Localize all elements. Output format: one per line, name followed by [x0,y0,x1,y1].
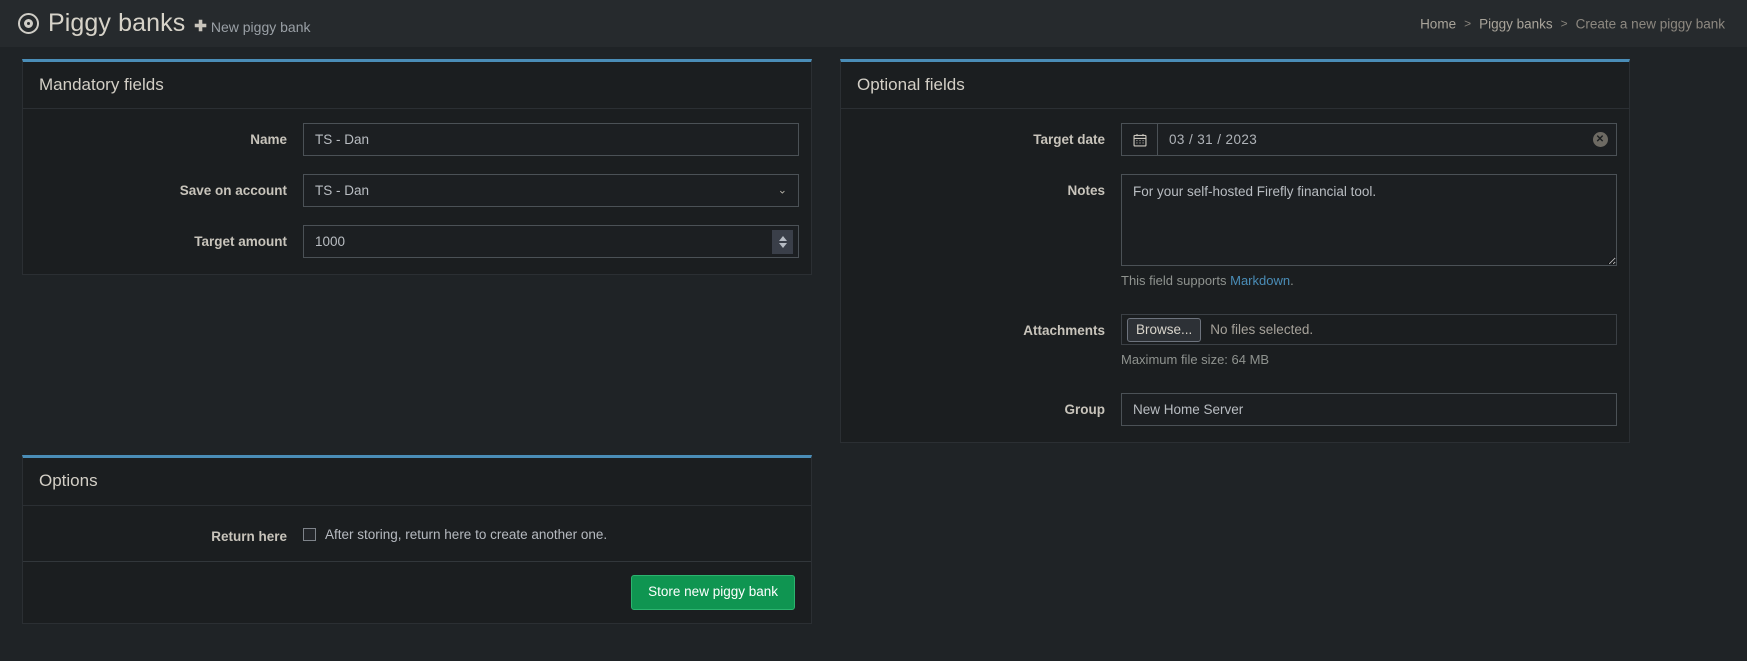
target-date-label: Target date [1033,132,1105,148]
options-footer: Store new piggy bank [23,561,811,623]
account-control: ⌄ [303,174,799,208]
max-file-size-text: Maximum file size: 64 MB [1121,352,1270,368]
page-title: Piggy banks [48,9,186,37]
notes-help-prefix: This field supports [1121,273,1231,289]
name-label: Name [250,132,287,148]
breadcrumb-piggy-banks[interactable]: Piggy banks [1479,16,1553,31]
group-input[interactable] [1121,393,1617,427]
notes-help-text: This field supports Markdown. [1121,273,1617,288]
breadcrumb-home[interactable]: Home [1420,16,1456,31]
attachments-label: Attachments [1023,323,1105,339]
return-here-label: Return here [211,528,287,544]
right-column: Optional fields Target date 03 / 31 / 20… [840,47,1630,444]
close-icon: ✕ [1592,132,1608,148]
options-header: Options [23,458,811,506]
name-control [303,123,799,157]
target-amount-wrap [303,225,799,259]
account-row: Save on account ⌄ [35,174,799,208]
target-amount-row: Target amount [35,225,799,259]
mandatory-fields-title: Mandatory fields [39,75,164,94]
browse-button[interactable]: Browse... [1127,318,1202,342]
account-select-wrap: ⌄ [303,174,799,208]
target-date-value[interactable]: 03 / 31 / 2023 [1158,124,1584,155]
stepper-up-icon[interactable] [778,235,787,241]
target-amount-input[interactable] [303,225,799,259]
options-title: Options [39,471,98,491]
optional-fields-body: Target date 03 / 31 / 2023 ✕ Notes For y… [841,109,1629,442]
header-title-group: Piggy banks ✚ New piggy bank [18,0,311,53]
target-date-control: 03 / 31 / 2023 ✕ [1121,123,1617,157]
page-header: Piggy banks ✚ New piggy bank Home > Pigg… [0,0,1747,47]
target-date-row: Target date 03 / 31 / 2023 ✕ [853,123,1617,157]
calendar-icon[interactable] [1122,124,1158,156]
main-content: Mandatory fields Name Save on account ⌄ [0,47,1747,625]
target-amount-label: Target amount [194,234,287,250]
group-control [1121,393,1617,427]
file-status-text: No files selected. [1210,322,1314,338]
breadcrumb-separator-2: > [1560,16,1568,31]
breadcrumb: Home > Piggy banks > Create a new piggy … [1420,16,1725,31]
name-row: Name [35,123,799,157]
options-card: Options Return here After storing, retur… [22,455,812,625]
notes-control: For your self-hosted Firefly financial t… [1121,174,1617,288]
optional-fields-header: Optional fields [841,62,1629,110]
target-date-field[interactable]: 03 / 31 / 2023 ✕ [1121,123,1617,157]
group-row: Group [853,393,1617,427]
notes-label: Notes [1067,183,1105,199]
target-icon [18,13,39,34]
return-here-checkbox-text: After storing, return here to create ano… [325,526,608,542]
target-amount-control [303,225,799,259]
notes-textarea[interactable]: For your self-hosted Firefly financial t… [1121,174,1617,267]
account-select[interactable] [303,174,799,208]
optional-fields-title: Optional fields [857,75,965,94]
attachments-control: Browse... No files selected. Maximum fil… [1121,314,1617,367]
markdown-link[interactable]: Markdown [1230,273,1290,288]
notes-row: Notes For your self-hosted Firefly finan… [853,174,1617,288]
attachments-row: Attachments Browse... No files selected.… [853,314,1617,367]
attachments-file-field[interactable]: Browse... No files selected. [1121,314,1617,346]
plus-icon: ✚ [194,18,207,35]
options-body: Return here After storing, return here t… [23,506,811,562]
mandatory-fields-header: Mandatory fields [23,62,811,110]
group-label: Group [1064,402,1106,418]
store-new-piggy-bank-button[interactable]: Store new piggy bank [631,575,795,611]
new-piggy-bank-label: New piggy bank [210,18,311,35]
notes-help-suffix: . [1290,273,1294,289]
return-here-control: After storing, return here to create ano… [303,520,799,542]
left-column: Mandatory fields Name Save on account ⌄ [22,47,812,625]
return-here-checkline: After storing, return here to create ano… [303,520,799,542]
optional-fields-card: Optional fields Target date 03 / 31 / 20… [840,59,1630,444]
name-input[interactable] [303,123,799,157]
new-piggy-bank-link[interactable]: ✚ New piggy bank [194,19,310,35]
quantity-stepper[interactable] [772,229,793,254]
stepper-down-icon[interactable] [778,242,787,248]
account-label: Save on account [179,183,287,199]
clear-date-button[interactable]: ✕ [1584,124,1616,155]
mandatory-fields-body: Name Save on account ⌄ Target [23,109,811,274]
return-here-row: Return here After storing, return here t… [35,520,799,546]
return-here-checkbox[interactable] [303,527,316,541]
mandatory-fields-card: Mandatory fields Name Save on account ⌄ [22,59,812,276]
breadcrumb-separator-1: > [1464,16,1472,31]
breadcrumb-current: Create a new piggy bank [1575,16,1725,31]
